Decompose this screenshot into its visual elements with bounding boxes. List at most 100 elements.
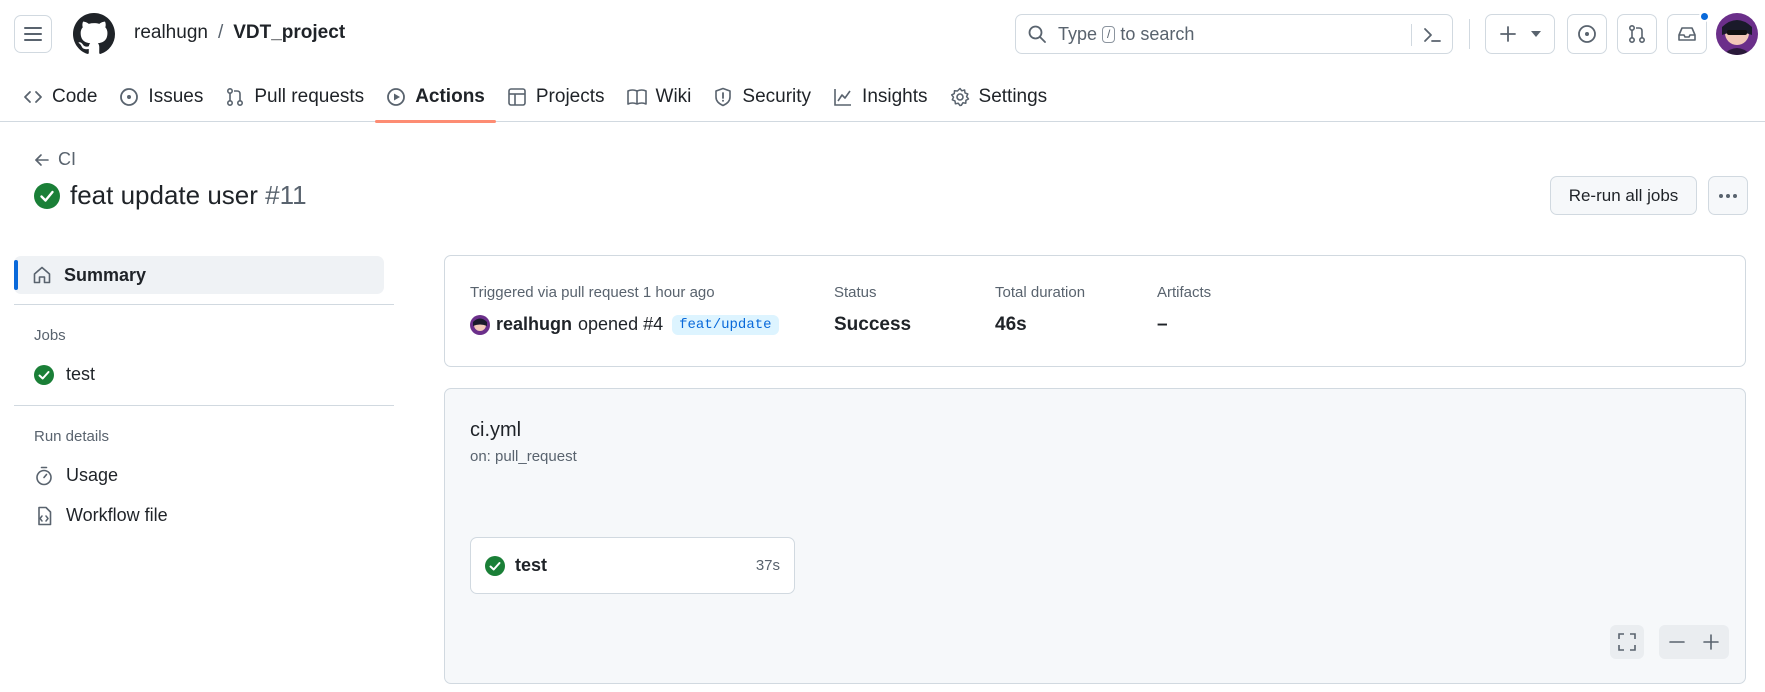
status-label: Status [834,284,877,301]
tab-label: Wiki [655,86,692,107]
sidebar-item-summary[interactable]: Summary [14,256,384,294]
workflow-file-name: ci.yml [470,419,522,441]
check-circle-fill-icon [34,364,54,385]
tab-projects[interactable]: Projects [496,72,616,122]
zoom-out-icon[interactable] [1669,634,1685,650]
plus-icon [1500,26,1516,42]
sidebar-item-label: Usage [66,465,119,485]
header-divider [1469,19,1470,49]
sidebar-divider [14,304,394,305]
shield-icon [715,87,732,107]
zoom-in-icon[interactable] [1703,634,1719,650]
sidebar-item-label: Summary [64,264,147,285]
run-title-label: feat update user [70,180,258,210]
run-details-heading: Run details [34,428,110,445]
sidebar-item-label: test [66,364,96,384]
issue-icon [120,88,139,106]
check-circle-fill-icon [34,182,60,209]
issue-icon [1578,25,1596,43]
triangle-down-icon [1531,31,1541,37]
run-summary-card: Triggered via pull request 1 hour ago re… [444,255,1746,367]
repo-breadcrumb: realhugn / VDT_project [134,22,345,44]
search-shortcut-key: / [1102,25,1116,43]
artifacts-value: – [1157,314,1168,335]
create-new-button[interactable] [1485,14,1555,54]
pull-requests-header-button[interactable] [1617,14,1657,54]
more-options-button[interactable] [1708,176,1748,215]
arrow-left-icon [35,153,49,166]
inbox-icon [1678,27,1696,41]
screen-full-icon [1618,633,1636,651]
workflow-graph-card: ci.yml on: pull_request test 37s [444,388,1746,684]
artifacts-label: Artifacts [1157,284,1212,301]
tab-insights[interactable]: Insights [822,72,938,122]
command-palette-icon[interactable] [1421,24,1443,46]
code-icon [24,91,42,103]
repo-name-link[interactable]: VDT_project [233,22,345,44]
gear-icon [950,87,969,107]
branch-label[interactable]: feat/update [672,314,779,335]
stopwatch-icon [36,466,52,485]
jobs-heading: Jobs [34,327,66,344]
active-indicator [14,260,18,290]
top-header: realhugn / VDT_project Type / to search … [0,0,1765,123]
tab-label: Insights [862,86,928,107]
kebab-horizontal-icon [1719,193,1737,198]
actor-avatar[interactable] [470,314,490,335]
zoom-controls [1659,625,1729,659]
tab-label: Pull requests [254,86,365,107]
duration-value: 46s [995,314,1027,335]
book-icon [626,89,647,105]
trigger-text: Triggered via pull request 1 hour ago [470,284,715,301]
play-icon [387,88,406,106]
search-divider [1411,24,1412,46]
action-text[interactable]: opened #4 [578,314,663,335]
sidebar-item-label: Workflow file [66,505,168,525]
hamburger-menu-button[interactable] [14,15,52,53]
back-label: CI [58,149,76,169]
issues-header-button[interactable] [1567,14,1607,54]
tab-label: Issues [148,86,204,107]
pull-request-icon [227,87,244,107]
repo-navigation: Code Issues Pull requests Actions Projec… [0,72,1059,123]
home-icon [33,266,51,284]
github-logo-icon[interactable] [73,13,115,55]
repo-owner-link[interactable]: realhugn [134,22,208,44]
tab-code[interactable]: Code [12,72,108,122]
pull-request-icon [1628,24,1646,44]
search-input[interactable]: Type / to search [1015,14,1453,54]
tab-issues[interactable]: Issues [108,72,214,122]
job-name: test [515,555,548,575]
search-placeholder: Type / to search [1058,24,1194,45]
tab-label: Projects [535,86,605,107]
back-to-workflow-link[interactable]: CI [34,149,76,170]
search-placeholder-pre: Type [1058,23,1098,44]
status-value: Success [834,314,912,335]
sidebar-item-workflow-file[interactable]: Workflow file [34,505,168,526]
check-circle-fill-icon [485,555,505,576]
notification-dot [1699,11,1710,22]
run-title-text: feat update user #11 [70,180,307,211]
job-node-test[interactable]: test 37s [470,537,795,594]
run-number: #11 [265,180,307,210]
sidebar-item-job-test[interactable]: test [34,364,95,385]
job-duration: 37s [755,557,780,574]
tab-settings[interactable]: Settings [939,72,1059,122]
tab-actions[interactable]: Actions [375,72,496,123]
search-placeholder-post: to search [1120,23,1195,44]
user-avatar[interactable] [1716,13,1758,55]
fullscreen-button[interactable] [1610,625,1644,659]
sidebar-item-usage[interactable]: Usage [34,465,118,486]
page-title: feat update user #11 [34,180,307,211]
tab-wiki[interactable]: Wiki [616,72,703,122]
tab-security[interactable]: Security [702,72,822,122]
table-icon [508,88,526,106]
actor-link[interactable]: realhugn [496,314,572,335]
rerun-all-jobs-button[interactable]: Re-run all jobs [1550,176,1697,215]
workflow-trigger: on: pull_request [470,448,577,465]
duration-label: Total duration [995,284,1086,301]
tab-pull-requests[interactable]: Pull requests [214,72,375,122]
tab-label: Security [742,86,812,107]
tab-label: Code [52,86,98,107]
trigger-details: realhugn opened #4 feat/update [470,314,779,335]
